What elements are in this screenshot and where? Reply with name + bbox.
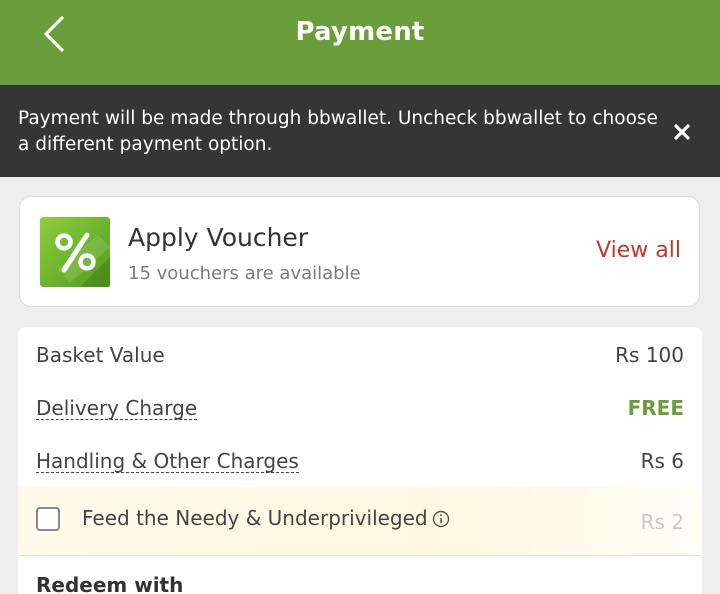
info-icon[interactable]: [432, 509, 450, 528]
feed-the-needy-row: Feed the Needy & Underprivileged Rs 2: [18, 487, 702, 556]
wallet-info-banner: Payment will be made through bbwallet. U…: [0, 85, 720, 177]
redeem-with-heading: Redeem with: [36, 573, 184, 594]
view-all-link[interactable]: View all: [596, 238, 681, 263]
feed-the-needy-label-wrap: Feed the Needy & Underprivileged: [82, 506, 450, 530]
handling-charges-row[interactable]: Handling & Other Charges Rs 6: [36, 446, 684, 476]
basket-value-amount: Rs 100: [615, 343, 684, 367]
voucher-subtitle: 15 vouchers are available: [128, 263, 361, 284]
banner-close-button[interactable]: [668, 118, 696, 146]
banner-message: Payment will be made through bbwallet. U…: [18, 108, 658, 155]
voucher-title: Apply Voucher: [128, 223, 309, 252]
delivery-charge-row[interactable]: Delivery Charge FREE: [36, 393, 684, 423]
feed-the-needy-amount: Rs 2: [640, 510, 684, 534]
delivery-charge-amount: FREE: [627, 396, 684, 420]
basket-value-row: Basket Value Rs 100: [36, 340, 684, 370]
percent-tag-icon: [40, 217, 110, 287]
feed-the-needy-checkbox[interactable]: [36, 507, 60, 531]
basket-value-label: Basket Value: [36, 343, 165, 367]
order-summary: Basket Value Rs 100 Delivery Charge FREE…: [18, 327, 702, 594]
handling-charges-amount: Rs 6: [640, 449, 684, 473]
top-bar: Payment: [0, 0, 720, 85]
apply-voucher-card[interactable]: Apply Voucher 15 vouchers are available …: [19, 196, 700, 307]
feed-the-needy-label: Feed the Needy & Underprivileged: [82, 506, 428, 530]
handling-charges-label[interactable]: Handling & Other Charges: [36, 450, 299, 473]
page-title: Payment: [295, 17, 425, 47]
close-icon: [674, 124, 690, 140]
delivery-charge-label[interactable]: Delivery Charge: [36, 397, 198, 420]
